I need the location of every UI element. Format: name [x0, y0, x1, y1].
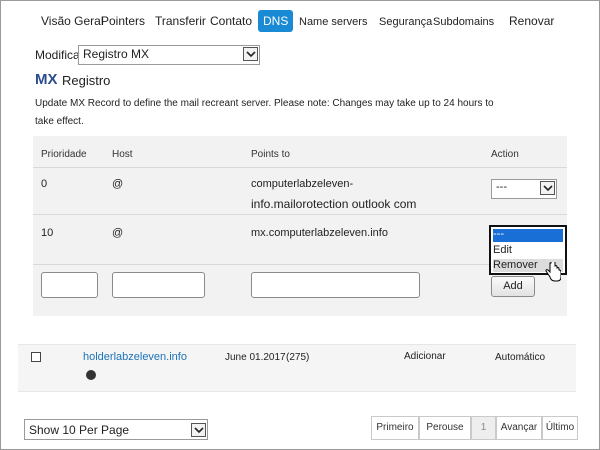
- domain-action[interactable]: Adicionar: [404, 351, 446, 362]
- menu-item-none[interactable]: ---: [493, 228, 504, 240]
- per-page-select[interactable]: Show 10 Per Page: [24, 419, 208, 440]
- record-badge: MX: [35, 71, 58, 88]
- chevron-down-icon[interactable]: [540, 181, 555, 195]
- tab-overview[interactable]: Visão Geral: [41, 14, 103, 28]
- action-select-value: ---: [496, 181, 507, 193]
- instructions-line-1: Update MX Record to define the mail recr…: [35, 98, 494, 109]
- new-priority-input[interactable]: [41, 272, 98, 298]
- record-title: Registro: [62, 73, 111, 88]
- new-host-input[interactable]: [112, 272, 205, 298]
- domain-date: June 01.2017: [225, 352, 286, 363]
- hand-cursor-icon: [545, 262, 561, 282]
- record-type-select[interactable]: Registro MX: [78, 45, 260, 65]
- row-priority: 10: [41, 227, 54, 239]
- header-divider: [33, 167, 567, 168]
- pager-next[interactable]: Avançar: [496, 416, 542, 440]
- action-select[interactable]: ---: [491, 179, 557, 199]
- tab-name-servers[interactable]: Name servers: [299, 16, 367, 28]
- modify-label: Modificar: [35, 48, 84, 62]
- pager-first[interactable]: Primeiro: [371, 416, 419, 440]
- chevron-down-icon[interactable]: [243, 47, 258, 61]
- pager-previous[interactable]: Perouse: [419, 416, 471, 440]
- pager-last[interactable]: Último: [542, 416, 578, 440]
- row-host: @: [112, 227, 124, 239]
- instructions-line-2: take effect.: [35, 116, 84, 127]
- chevron-down-icon[interactable]: [191, 423, 206, 437]
- row-priority: 0: [41, 178, 48, 190]
- domain-link[interactable]: holderlabzeleven.info: [83, 351, 187, 363]
- column-header-host: Host: [112, 149, 133, 160]
- row-points-to: mx.computerlabzeleven.info: [251, 227, 388, 239]
- row-divider: [33, 264, 567, 265]
- tab-renew[interactable]: Renovar: [509, 14, 554, 28]
- menu-item-remove[interactable]: Remover: [493, 259, 538, 271]
- tab-subdomains[interactable]: Subdomains: [433, 16, 494, 28]
- domain-checkbox[interactable]: [31, 352, 41, 362]
- tab-transfer[interactable]: Transferir: [155, 14, 206, 28]
- globe-icon: [86, 370, 96, 380]
- tab-security[interactable]: Segurança: [379, 16, 432, 28]
- row-divider: [33, 214, 567, 215]
- pager-current-page: 1: [471, 416, 496, 440]
- domain-renewal: Automático: [495, 352, 546, 363]
- per-page-value: Show 10 Per Page: [29, 423, 130, 437]
- tab-dns[interactable]: DNS: [258, 10, 294, 32]
- row-host: @: [112, 178, 124, 190]
- menu-item-edit[interactable]: Edit: [493, 244, 512, 256]
- tab-contact[interactable]: Contato: [210, 14, 252, 28]
- add-button[interactable]: Add: [491, 276, 535, 297]
- column-header-priority: Prioridade: [41, 149, 87, 160]
- column-header-action: Action: [491, 149, 519, 160]
- column-header-points-to: Points to: [251, 149, 290, 160]
- row-points-to-line-2: info.mailorotection outlook com: [251, 197, 417, 211]
- tab-pointers[interactable]: Pointers: [101, 14, 145, 28]
- row-points-to-line-1: computerlabzeleven-: [251, 178, 354, 190]
- domain-count: (275): [286, 352, 310, 363]
- new-points-to-input[interactable]: [251, 272, 420, 298]
- record-type-value: Registro MX: [83, 47, 150, 61]
